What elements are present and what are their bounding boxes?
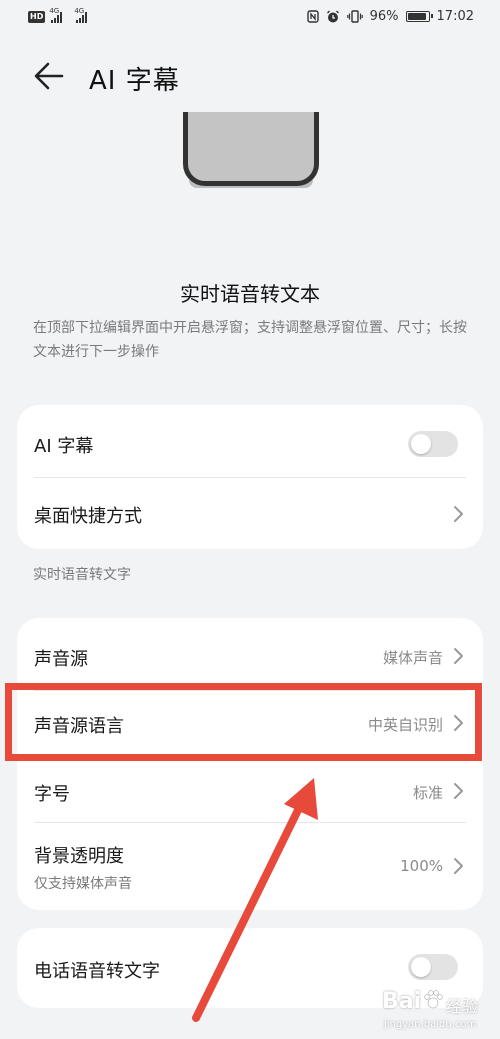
settings-card-main: AI 字幕 桌面快捷方式 bbox=[17, 405, 483, 549]
phone-speech-toggle[interactable] bbox=[408, 954, 458, 980]
ai-subtitle-toggle[interactable] bbox=[408, 431, 458, 457]
alarm-icon bbox=[326, 10, 339, 22]
bg-opacity-sublabel: 仅支持媒体声音 bbox=[34, 876, 132, 892]
baidu-watermark: Bai 经验 jingyan.baidu.com bbox=[382, 985, 492, 1037]
feature-description: 在顶部下拉编辑界面中开启悬浮窗；支持调整悬浮窗位置、尺寸；长按文本进行下一步操作 bbox=[33, 320, 467, 360]
settings-card-speech: 声音源 媒体声音 声音源语言 中英自识别 字号 标准 背景透明度 仅支持媒体声音… bbox=[17, 618, 483, 910]
watermark-brand-cn: 经验 bbox=[446, 997, 479, 1016]
battery-percent: 96% bbox=[369, 9, 399, 24]
sound-source-row[interactable]: 声音源 媒体声音 bbox=[17, 618, 483, 690]
section-label: 实时语音转文字 bbox=[33, 567, 131, 583]
page-title: AI 字幕 bbox=[89, 66, 180, 96]
sound-source-value: 媒体声音 bbox=[382, 649, 443, 667]
status-bar: HD 4G 4G 96% 17:02 bbox=[0, 0, 500, 38]
vibrate-icon bbox=[346, 10, 363, 23]
chevron-right-icon bbox=[454, 783, 463, 799]
status-left: HD 4G 4G bbox=[28, 7, 88, 23]
ai-subtitle-label: AI 字幕 bbox=[34, 436, 94, 457]
watermark-brand: Bai bbox=[382, 989, 422, 1014]
phone-speech-label: 电话语音转文字 bbox=[34, 961, 160, 982]
app-header: AI 字幕 bbox=[0, 48, 500, 104]
font-size-row[interactable]: 字号 标准 bbox=[17, 758, 483, 822]
phone-illustration bbox=[50, 112, 450, 272]
font-size-value: 标准 bbox=[412, 784, 443, 802]
battery-icon bbox=[405, 11, 433, 22]
font-size-label: 字号 bbox=[34, 784, 70, 805]
desktop-shortcut-label: 桌面快捷方式 bbox=[34, 506, 142, 527]
feature-title: 实时语音转文本 bbox=[180, 282, 320, 306]
nfc-icon bbox=[306, 10, 319, 23]
chevron-right-icon bbox=[454, 858, 463, 874]
desktop-shortcut-row[interactable]: 桌面快捷方式 bbox=[17, 477, 483, 549]
hd-badge: HD bbox=[28, 11, 46, 23]
bg-opacity-row[interactable]: 背景透明度 仅支持媒体声音 100% bbox=[17, 822, 483, 910]
bg-opacity-value: 100% bbox=[400, 857, 443, 875]
chevron-right-icon bbox=[454, 648, 463, 664]
watermark-url: jingyan.baidu.com bbox=[384, 1019, 477, 1030]
clock: 17:02 bbox=[436, 9, 474, 24]
phone-graphic bbox=[183, 112, 319, 186]
highlight-box bbox=[5, 683, 482, 761]
paw-icon bbox=[424, 990, 443, 1009]
bg-opacity-label: 背景透明度 bbox=[34, 846, 124, 867]
chevron-right-icon bbox=[454, 506, 463, 522]
ai-subtitle-row[interactable]: AI 字幕 bbox=[17, 405, 483, 477]
sound-source-label: 声音源 bbox=[34, 649, 88, 670]
status-right: 96% 17:02 bbox=[306, 9, 474, 24]
signal-icon: 4G bbox=[49, 7, 63, 23]
back-arrow-icon[interactable] bbox=[32, 60, 66, 92]
signal-icon-2: 4G bbox=[74, 7, 88, 23]
